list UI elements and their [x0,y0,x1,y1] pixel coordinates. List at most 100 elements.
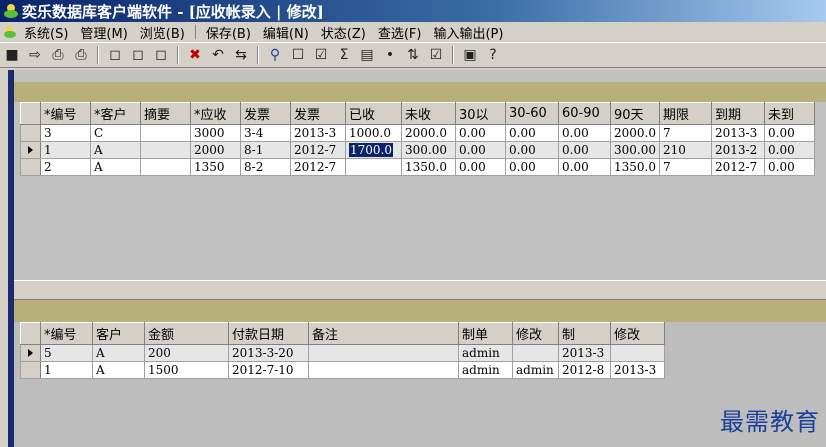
table-cell[interactable]: 2012-7 [290,158,346,176]
column-header[interactable]: 付款日期 [228,322,309,345]
checkbox-icon[interactable]: ☑ [311,45,331,65]
table-cell[interactable]: admin [458,361,513,379]
column-header[interactable]: 客户 [92,322,145,345]
pane-splitter[interactable] [14,280,826,300]
print-icon[interactable]: ⎙ [48,45,68,65]
table-cell[interactable]: 2013-3 [610,361,665,379]
table-cell[interactable]: 2012-8 [558,361,611,379]
table-cell[interactable]: 300.00 [610,141,660,159]
row-indicator[interactable] [20,141,41,159]
row-indicator[interactable] [20,361,41,379]
column-header[interactable]: 制单 [458,322,513,345]
table-row[interactable]: 1 A 1500 2012-7-10 admin admin 2012-8 2013-3 [20,361,665,379]
column-header[interactable]: 发票 [290,102,346,125]
table-cell[interactable]: 0.00 [505,124,559,142]
table-cell[interactable]: 0.00 [455,141,506,159]
table-cell[interactable]: 3-4 [240,124,291,142]
table-cell[interactable]: 210 [659,141,712,159]
column-header[interactable]: *应收 [190,102,241,125]
column-header[interactable]: *客户 [90,102,141,125]
link-icon[interactable]: • [380,45,400,65]
table-cell[interactable]: 1350 [190,158,241,176]
table-cell[interactable]: 2013-3 [558,344,611,362]
menu-save[interactable]: 保存(B) [200,23,257,42]
import-icon[interactable]: ⇨ [25,45,45,65]
table-cell[interactable]: 1000.0 [345,124,402,142]
column-header[interactable]: 90天 [610,102,660,125]
column-header[interactable]: 备注 [308,322,459,345]
column-header[interactable]: 修改 [610,322,665,345]
table-cell[interactable]: 8-2 [240,158,291,176]
table-cell[interactable]: admin [458,344,513,362]
row-indicator[interactable] [20,124,41,142]
sort-icon[interactable]: ⇅ [403,45,423,65]
table-cell[interactable]: 2012-7 [711,158,765,176]
delete-icon[interactable]: ✖ [185,45,205,65]
menu-io[interactable]: 输入输出(P) [427,23,509,42]
menu-edit[interactable]: 编辑(N) [257,23,315,42]
table-row[interactable]: 2 A 1350 8-2 2012-7 1350.0 0.00 0.00 0.00 1350.0 7… [20,158,815,176]
filter-icon[interactable]: ▤ [357,45,377,65]
menu-search[interactable]: 查选(F) [372,23,428,42]
table-cell[interactable] [512,344,559,362]
table-cell[interactable]: 1 [40,361,93,379]
menu-status[interactable]: 状态(Z) [315,23,372,42]
table-cell[interactable]: 2000 [190,141,241,159]
column-header[interactable]: 期限 [659,102,712,125]
table-cell[interactable] [140,158,191,176]
table-cell[interactable]: 0.00 [558,158,611,176]
system-menu-icon[interactable] [4,26,16,38]
new-doc-icon[interactable]: ◻ [105,45,125,65]
table-cell[interactable] [140,141,191,159]
table-cell[interactable]: 1500 [144,361,229,379]
print-preview-icon[interactable]: ⎙ [71,45,91,65]
replace-icon[interactable]: ⇆ [231,45,251,65]
table-cell[interactable] [308,344,459,362]
table-cell[interactable]: admin [512,361,559,379]
table-cell[interactable]: 0.00 [764,124,815,142]
table-cell[interactable]: 2012-7 [290,141,346,159]
paste-doc-icon[interactable]: ◻ [151,45,171,65]
table-row[interactable]: 1 A 2000 8-1 2012-7 1700.0 300.00 0.00 0.00 0.00 3… [20,141,815,159]
selected-cell-value[interactable]: 1700.0 [349,143,393,157]
undo-icon[interactable]: ↶ [208,45,228,65]
table-cell[interactable]: 0.00 [558,124,611,142]
table-cell[interactable]: 0.00 [505,141,559,159]
table-cell[interactable]: C [90,124,141,142]
column-header[interactable]: *编号 [40,102,91,125]
column-header[interactable]: 金额 [144,322,229,345]
table-cell[interactable]: 0.00 [455,124,506,142]
table-cell[interactable]: 3000 [190,124,241,142]
table-row[interactable]: 5 A 200 2013-3-20 admin 2013-3 [20,344,665,362]
table-cell[interactable]: 3 [40,124,91,142]
save-icon[interactable]: ■ [2,45,22,65]
column-header[interactable]: 60-90 [558,102,611,125]
menu-manage[interactable]: 管理(M) [74,23,133,42]
sum-icon[interactable]: Σ [334,45,354,65]
column-header[interactable]: *编号 [40,322,93,345]
table-row[interactable]: 3 C 3000 3-4 2013-3 1000.0 2000.0 0.00 0.00 0.00 2… [20,124,815,142]
column-header[interactable]: 制 [558,322,611,345]
table-cell[interactable]: 0.00 [764,141,815,159]
column-header[interactable]: 未到 [764,102,815,125]
table-cell[interactable]: 1350.0 [401,158,456,176]
form-view-icon[interactable]: ☐ [288,45,308,65]
column-header[interactable]: 到期 [711,102,765,125]
column-header[interactable]: 30-60 [505,102,559,125]
column-header[interactable]: 30以 [455,102,506,125]
help-icon[interactable]: ? [483,45,503,65]
table-cell[interactable]: 0.00 [558,141,611,159]
table-cell[interactable]: 2013-2 [711,141,765,159]
column-header[interactable]: 未收 [401,102,456,125]
table-cell[interactable]: 200 [144,344,229,362]
table-cell[interactable]: 1700.0 [345,141,402,159]
find-icon[interactable]: ⚲ [265,45,285,65]
table-cell[interactable]: 1 [40,141,91,159]
table-cell[interactable]: 2012-7-10 [228,361,309,379]
table-cell[interactable]: 7 [659,124,712,142]
table-cell[interactable] [308,361,459,379]
table-cell[interactable]: 8-1 [240,141,291,159]
table-cell[interactable]: 0.00 [455,158,506,176]
table-cell[interactable]: 2013-3 [711,124,765,142]
copy-doc-icon[interactable]: ◻ [128,45,148,65]
